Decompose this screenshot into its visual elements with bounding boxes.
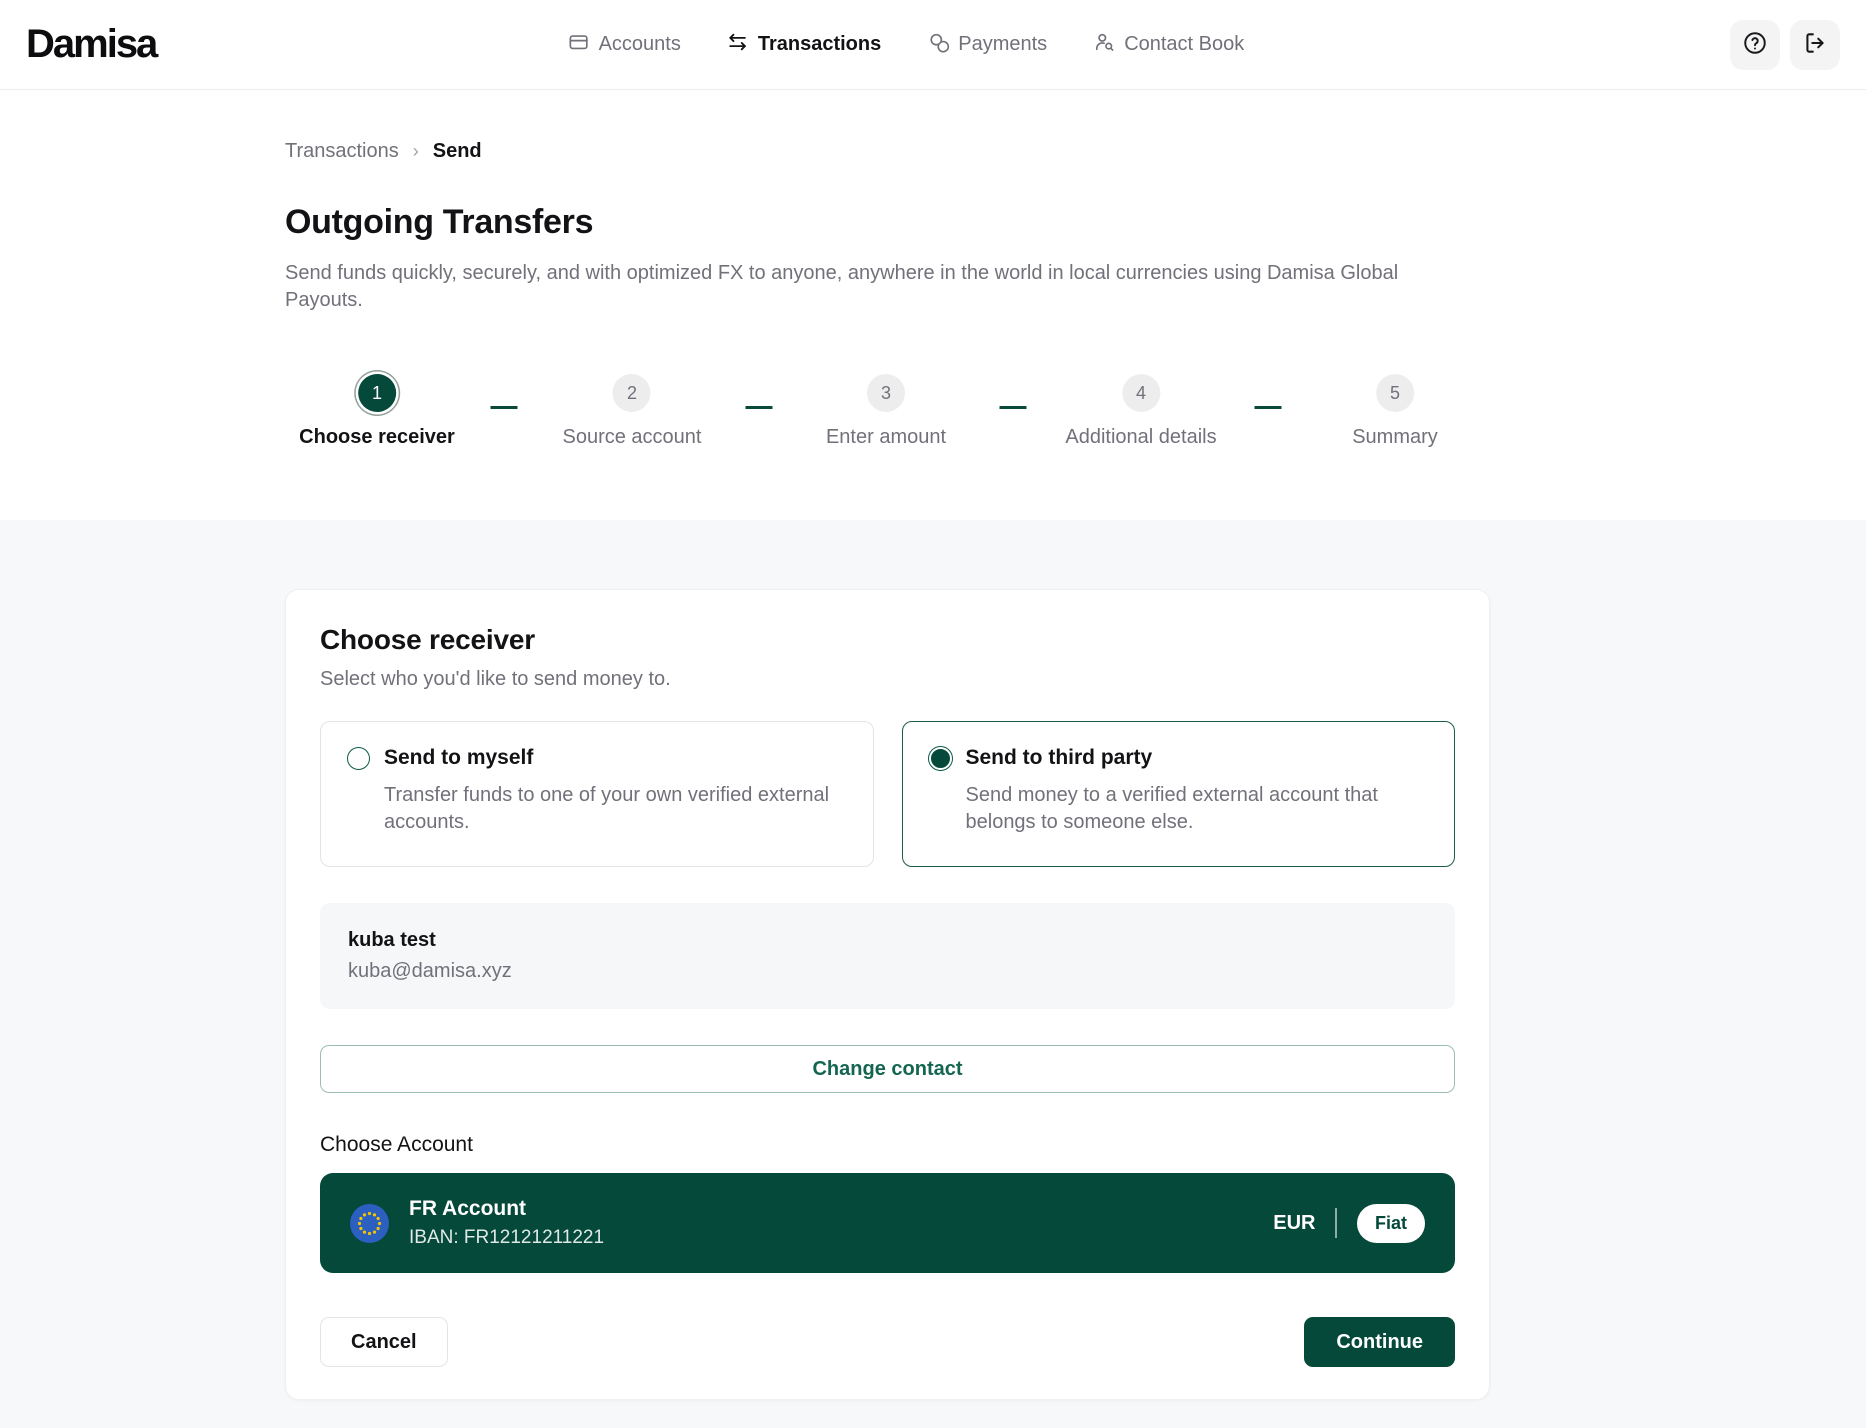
stepper: 1 Choose receiver 2 Source account 3 Ent…	[285, 374, 1490, 458]
change-contact-button[interactable]: Change contact	[320, 1045, 1455, 1093]
account-name: FR Account	[409, 1197, 604, 1221]
chevron-right-icon: ›	[413, 141, 419, 162]
step-connector	[746, 406, 773, 409]
choose-receiver-card: Choose receiver Select who you'd like to…	[285, 589, 1490, 1400]
step-connector	[491, 406, 518, 409]
nav-item-accounts[interactable]: Accounts	[568, 31, 681, 59]
help-circle-icon	[1742, 30, 1768, 59]
step-connector	[1255, 406, 1282, 409]
contact-name: kuba test	[348, 929, 1427, 952]
option-description: Send money to a verified external accoun…	[966, 782, 1429, 836]
user-search-icon	[1093, 31, 1115, 59]
page-subtitle: Send funds quickly, securely, and with o…	[285, 260, 1470, 314]
step-circle: 5	[1376, 374, 1414, 412]
choose-account-label: Choose Account	[320, 1133, 1455, 1157]
option-title: Send to third party	[966, 746, 1153, 770]
eu-flag-icon	[350, 1204, 389, 1243]
step-additional-details[interactable]: 4 Additional details	[1065, 374, 1216, 449]
help-button[interactable]	[1730, 20, 1780, 70]
page-title: Outgoing Transfers	[285, 203, 1490, 242]
main-nav: Accounts Transactions Payments	[568, 0, 1245, 89]
divider	[1335, 1208, 1337, 1238]
account-card-fr[interactable]: FR Account IBAN: FR12121211221 EUR Fiat	[320, 1173, 1455, 1273]
step-circle: 2	[613, 374, 651, 412]
option-send-to-myself[interactable]: Send to myself Transfer funds to one of …	[320, 721, 874, 867]
step-label: Enter amount	[826, 426, 946, 449]
page-header-section: Transactions › Send Outgoing Transfers S…	[0, 90, 1866, 520]
step-label: Additional details	[1065, 426, 1216, 449]
step-choose-receiver[interactable]: 1 Choose receiver	[299, 374, 455, 449]
step-source-account[interactable]: 2 Source account	[563, 374, 702, 449]
step-label: Summary	[1352, 426, 1438, 449]
continue-button[interactable]: Continue	[1304, 1317, 1455, 1367]
receiver-options: Send to myself Transfer funds to one of …	[320, 721, 1455, 867]
damisa-logo[interactable]: Damisa	[26, 22, 156, 67]
nav-label: Contact Book	[1124, 33, 1244, 56]
account-iban: IBAN: FR12121211221	[409, 1227, 604, 1249]
arrows-swap-icon	[727, 31, 749, 59]
main-content: Choose receiver Select who you'd like to…	[0, 520, 1866, 1400]
fiat-badge: Fiat	[1357, 1204, 1425, 1243]
contact-email: kuba@damisa.xyz	[348, 960, 1427, 983]
step-summary[interactable]: 5 Summary	[1352, 374, 1438, 449]
logout-button[interactable]	[1790, 20, 1840, 70]
nav-item-payments[interactable]: Payments	[927, 31, 1047, 59]
card-subtitle: Select who you'd like to send money to.	[320, 668, 1455, 691]
card-actions: Cancel Continue	[320, 1317, 1455, 1367]
step-circle: 4	[1122, 374, 1160, 412]
option-send-to-third-party[interactable]: Send to third party Send money to a veri…	[902, 721, 1456, 867]
logout-icon	[1802, 30, 1828, 59]
step-enter-amount[interactable]: 3 Enter amount	[826, 374, 946, 449]
credit-card-icon	[568, 31, 590, 59]
radio-checked-icon[interactable]	[929, 747, 952, 770]
topbar-actions	[1730, 20, 1840, 70]
selected-contact-box: kuba test kuba@damisa.xyz	[320, 903, 1455, 1009]
nav-item-contact-book[interactable]: Contact Book	[1093, 31, 1244, 59]
option-description: Transfer funds to one of your own verifi…	[384, 782, 847, 836]
nav-item-transactions[interactable]: Transactions	[727, 31, 881, 59]
cancel-button[interactable]: Cancel	[320, 1317, 448, 1367]
radio-unchecked-icon[interactable]	[347, 747, 370, 770]
step-label: Source account	[563, 426, 702, 449]
step-circle: 1	[358, 374, 396, 412]
breadcrumb: Transactions › Send	[285, 90, 1490, 163]
nav-label: Accounts	[599, 33, 681, 56]
card-title: Choose receiver	[320, 624, 1455, 656]
account-currency: EUR	[1273, 1212, 1315, 1235]
step-label: Choose receiver	[299, 426, 455, 449]
nav-label: Payments	[958, 33, 1047, 56]
breadcrumb-send: Send	[433, 140, 482, 163]
top-navigation-bar: Damisa Accounts Transactions	[0, 0, 1866, 90]
nav-label: Transactions	[758, 33, 881, 56]
step-circle: 3	[867, 374, 905, 412]
option-title: Send to myself	[384, 746, 533, 770]
breadcrumb-transactions[interactable]: Transactions	[285, 140, 399, 163]
coins-icon	[927, 31, 949, 59]
step-connector	[1000, 406, 1027, 409]
